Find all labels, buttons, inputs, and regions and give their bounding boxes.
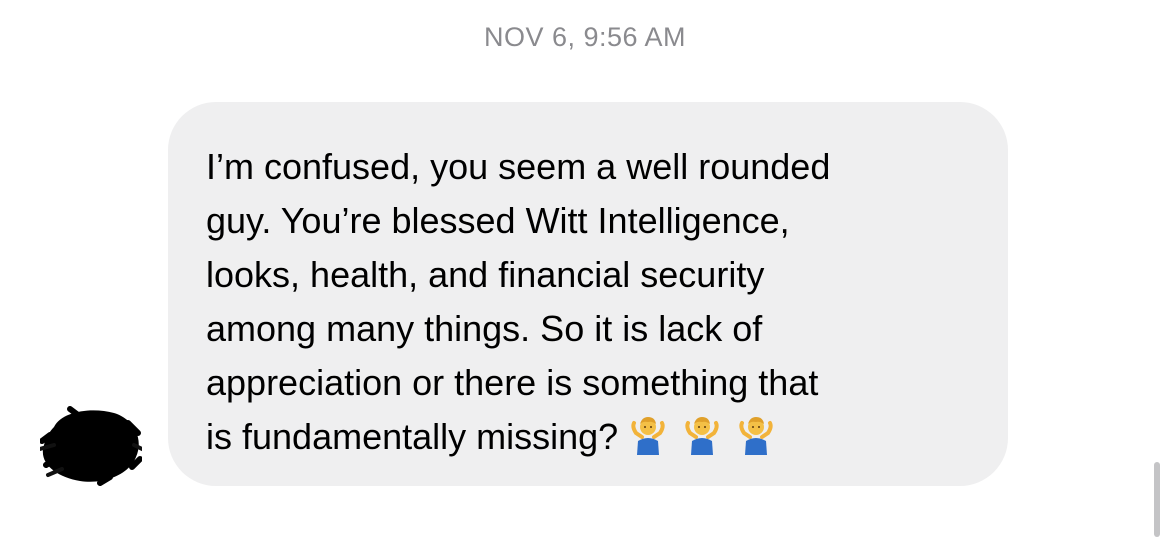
message-line: among many things. So it is lack of xyxy=(206,308,763,349)
received-message-bubble[interactable]: I’m confused, you seem a well rounded gu… xyxy=(168,102,1008,486)
message-line: is fundamentally missing? xyxy=(206,416,619,457)
message-line: I’m confused, you seem a well rounded xyxy=(206,146,831,187)
redacted-avatar[interactable] xyxy=(40,405,142,487)
message-timestamp: NOV 6, 9:56 AM xyxy=(483,22,687,52)
chat-screen: NOV 6, 9:56 AM I’m confused, you seem a … xyxy=(0,0,1170,537)
emoji-row xyxy=(628,413,790,470)
scrollbar[interactable] xyxy=(1154,462,1160,537)
message-line: appreciation or there is something that xyxy=(206,362,819,403)
message-line: looks, health, and financial security xyxy=(206,254,765,295)
message-line: guy. You’re blessed Witt Intelligence, xyxy=(206,200,790,241)
message-text: I’m confused, you seem a well rounded gu… xyxy=(206,140,972,470)
man-shrugging-icon xyxy=(685,417,719,455)
man-shrugging-icon xyxy=(739,417,773,455)
man-shrugging-icon xyxy=(631,417,665,455)
